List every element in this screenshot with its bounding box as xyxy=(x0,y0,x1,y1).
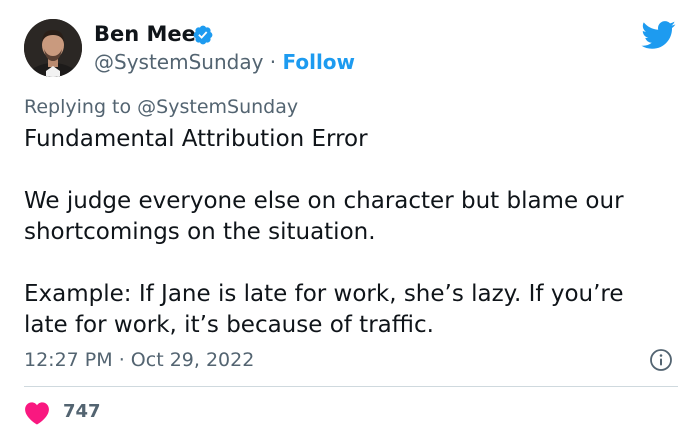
tweet-card: Ben Meer @SystemSunday · Follow Replying… xyxy=(0,0,700,441)
info-icon[interactable] xyxy=(649,348,673,372)
tweet-time: 12:27 PM xyxy=(24,349,113,371)
tweet-text: Fundamental Attribution Error We judge e… xyxy=(24,124,664,341)
tweet-date: Oct 29, 2022 xyxy=(130,349,255,371)
twitter-bird-icon[interactable] xyxy=(640,17,676,53)
tweet-line: Fundamental Attribution Error xyxy=(24,126,368,152)
tweet-line: Example: If Jane is late for work, she’s… xyxy=(24,281,624,338)
author-handle-row: @SystemSunday · Follow xyxy=(94,50,355,74)
replying-to: Replying to @SystemSunday xyxy=(24,95,298,119)
replying-prefix: Replying to xyxy=(24,96,132,118)
verified-badge-icon xyxy=(193,25,213,45)
replying-mention[interactable]: @SystemSunday xyxy=(137,96,298,118)
timestamp-separator: · xyxy=(118,349,125,371)
author-display-name[interactable]: Ben Meer xyxy=(94,21,206,47)
heart-icon[interactable] xyxy=(24,401,50,425)
handle-separator: · xyxy=(269,50,277,74)
divider xyxy=(24,386,678,387)
tweet-timestamp[interactable]: 12:27 PM · Oct 29, 2022 xyxy=(24,348,254,372)
follow-button[interactable]: Follow xyxy=(283,50,356,74)
author-handle[interactable]: @SystemSunday xyxy=(94,50,263,74)
tweet-line: We judge everyone else on character but … xyxy=(24,188,624,245)
like-count: 747 xyxy=(63,401,101,422)
avatar-photo xyxy=(24,19,82,77)
avatar[interactable] xyxy=(24,19,82,77)
